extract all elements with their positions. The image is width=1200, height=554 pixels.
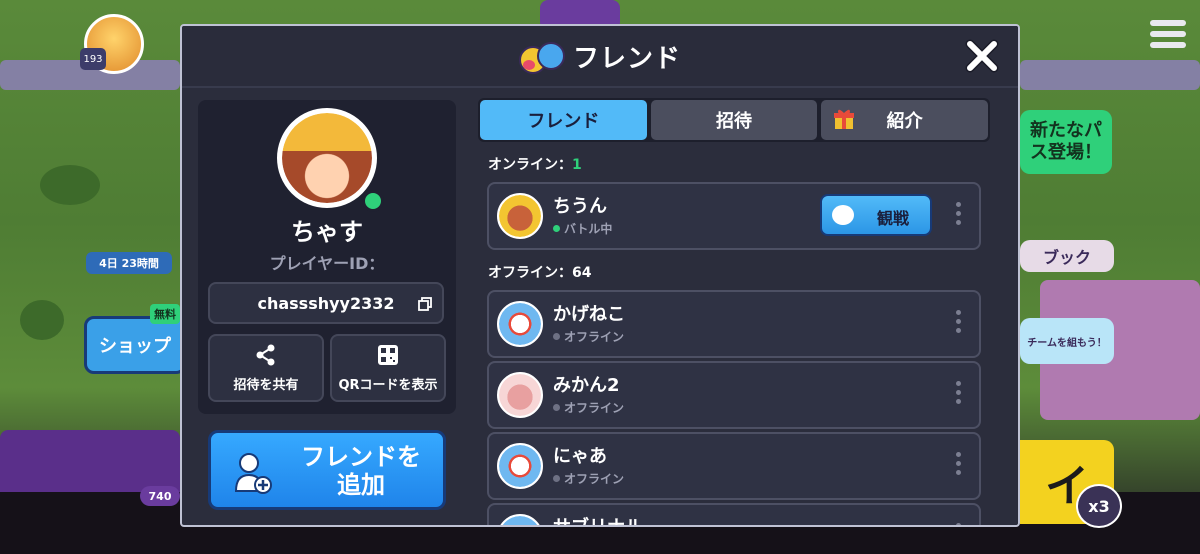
spectate-glasses-icon bbox=[832, 205, 854, 225]
offline-section-label: オフライン： bbox=[488, 265, 572, 281]
share-invite-label: 招待を共有 bbox=[233, 378, 299, 393]
more-options-icon[interactable] bbox=[955, 381, 961, 411]
add-person-icon bbox=[234, 453, 272, 494]
more-options-icon[interactable] bbox=[955, 310, 961, 340]
tab-referral[interactable]: 紹介 bbox=[821, 100, 989, 140]
friend-name: サブリナル bbox=[553, 513, 643, 525]
friend-status-text: オフライン bbox=[564, 472, 625, 486]
offline-section-header: オフライン：64 bbox=[488, 262, 591, 282]
share-icon bbox=[256, 344, 275, 366]
shop-free-badge: 無料 bbox=[150, 304, 180, 324]
team-hint-banner[interactable]: チームを組もう！ bbox=[1020, 318, 1114, 364]
tab-referral-label: 紹介 bbox=[886, 111, 923, 132]
offline-dot-icon bbox=[553, 475, 560, 482]
tab-friends[interactable]: フレンド bbox=[480, 100, 647, 140]
friend-avatar bbox=[497, 372, 543, 418]
spectate-button[interactable]: 観戦 bbox=[820, 194, 932, 236]
player-id-text: chassshyy2332 bbox=[257, 293, 395, 313]
online-status-dot bbox=[362, 190, 384, 212]
friend-status: オフライン bbox=[553, 470, 624, 487]
player-name: ちゃす bbox=[291, 218, 363, 246]
online-section-header: オンライン：1 bbox=[488, 154, 582, 174]
friends-icon bbox=[518, 40, 565, 74]
friend-avatar bbox=[497, 514, 543, 525]
friend-row-online[interactable]: ちうん バトル中 観戦 bbox=[487, 182, 981, 250]
hamburger-menu-icon[interactable] bbox=[1150, 20, 1186, 54]
shop-label: ショップ bbox=[99, 336, 171, 357]
more-options-icon[interactable] bbox=[955, 523, 961, 525]
pass-banner[interactable]: 新たなパス登場！ bbox=[1020, 110, 1112, 174]
friend-row-offline[interactable]: かげねこ オフライン bbox=[487, 290, 981, 358]
friend-row-offline[interactable]: みかん2 オフライン bbox=[487, 361, 981, 429]
modal-header: フレンド bbox=[182, 26, 1018, 88]
book-label: ブック bbox=[1042, 248, 1091, 267]
more-options-icon[interactable] bbox=[955, 202, 961, 232]
trophy-badge: 740 bbox=[140, 486, 180, 506]
shop-button[interactable]: ショップ bbox=[84, 316, 186, 374]
player-level-badge: 193 bbox=[80, 48, 106, 70]
friend-name: みかん2 bbox=[553, 375, 620, 396]
offline-dot-icon bbox=[553, 333, 560, 340]
add-friend-label: フレンドを 追加 bbox=[301, 443, 421, 499]
player-id-label: プレイヤーID： bbox=[269, 254, 385, 273]
friend-status: オフライン bbox=[553, 399, 624, 416]
qr-code-button[interactable]: QRコードを表示 bbox=[330, 334, 446, 402]
friend-status-text: バトル中 bbox=[564, 222, 613, 236]
spectate-label: 観戦 bbox=[876, 209, 909, 228]
add-friend-button[interactable]: フレンドを 追加 bbox=[208, 430, 446, 510]
online-dot-icon bbox=[553, 225, 560, 232]
player-id-box[interactable]: chassshyy2332 bbox=[208, 282, 444, 324]
friend-status-text: オフライン bbox=[564, 401, 625, 415]
friend-avatar bbox=[497, 301, 543, 347]
modal-title: フレンド bbox=[572, 43, 681, 74]
tab-bar: フレンド 招待 紹介 bbox=[478, 98, 990, 142]
event-timer: 4日 23時間 bbox=[86, 252, 172, 274]
more-options-icon[interactable] bbox=[955, 452, 961, 482]
friend-avatar bbox=[497, 443, 543, 489]
friend-row-offline[interactable]: サブリナル bbox=[487, 503, 981, 525]
offline-count: 64 bbox=[572, 265, 592, 281]
friend-row-offline[interactable]: にゃあ オフライン bbox=[487, 432, 981, 500]
friend-status-text: オフライン bbox=[564, 330, 625, 344]
online-count: 1 bbox=[572, 157, 582, 173]
friend-name: にゃあ bbox=[553, 446, 607, 467]
gift-icon bbox=[834, 109, 855, 129]
friends-modal: フレンド ちゃす プレイヤーID： chassshyy2332 招待を共有 QR… bbox=[180, 24, 1020, 527]
friend-status: バトル中 bbox=[553, 220, 612, 237]
qr-code-label: QRコードを表示 bbox=[338, 378, 438, 393]
online-section-label: オンライン： bbox=[488, 157, 572, 173]
tab-invites[interactable]: 招待 bbox=[650, 100, 818, 140]
friend-name: ちうん bbox=[553, 196, 607, 217]
friend-avatar bbox=[497, 193, 543, 239]
close-icon[interactable] bbox=[964, 38, 1000, 74]
friend-name: かげねこ bbox=[553, 304, 625, 325]
friend-status: オフライン bbox=[553, 328, 624, 345]
share-invite-button[interactable]: 招待を共有 bbox=[208, 334, 324, 402]
copy-icon[interactable] bbox=[418, 297, 432, 311]
qr-code-icon bbox=[378, 345, 398, 365]
offline-dot-icon bbox=[553, 404, 560, 411]
multiplier-badge: x3 bbox=[1076, 484, 1122, 528]
book-button[interactable]: ブック bbox=[1020, 240, 1114, 272]
profile-panel: ちゃす プレイヤーID： chassshyy2332 招待を共有 QRコードを表… bbox=[198, 100, 456, 414]
player-avatar[interactable] bbox=[277, 108, 377, 208]
